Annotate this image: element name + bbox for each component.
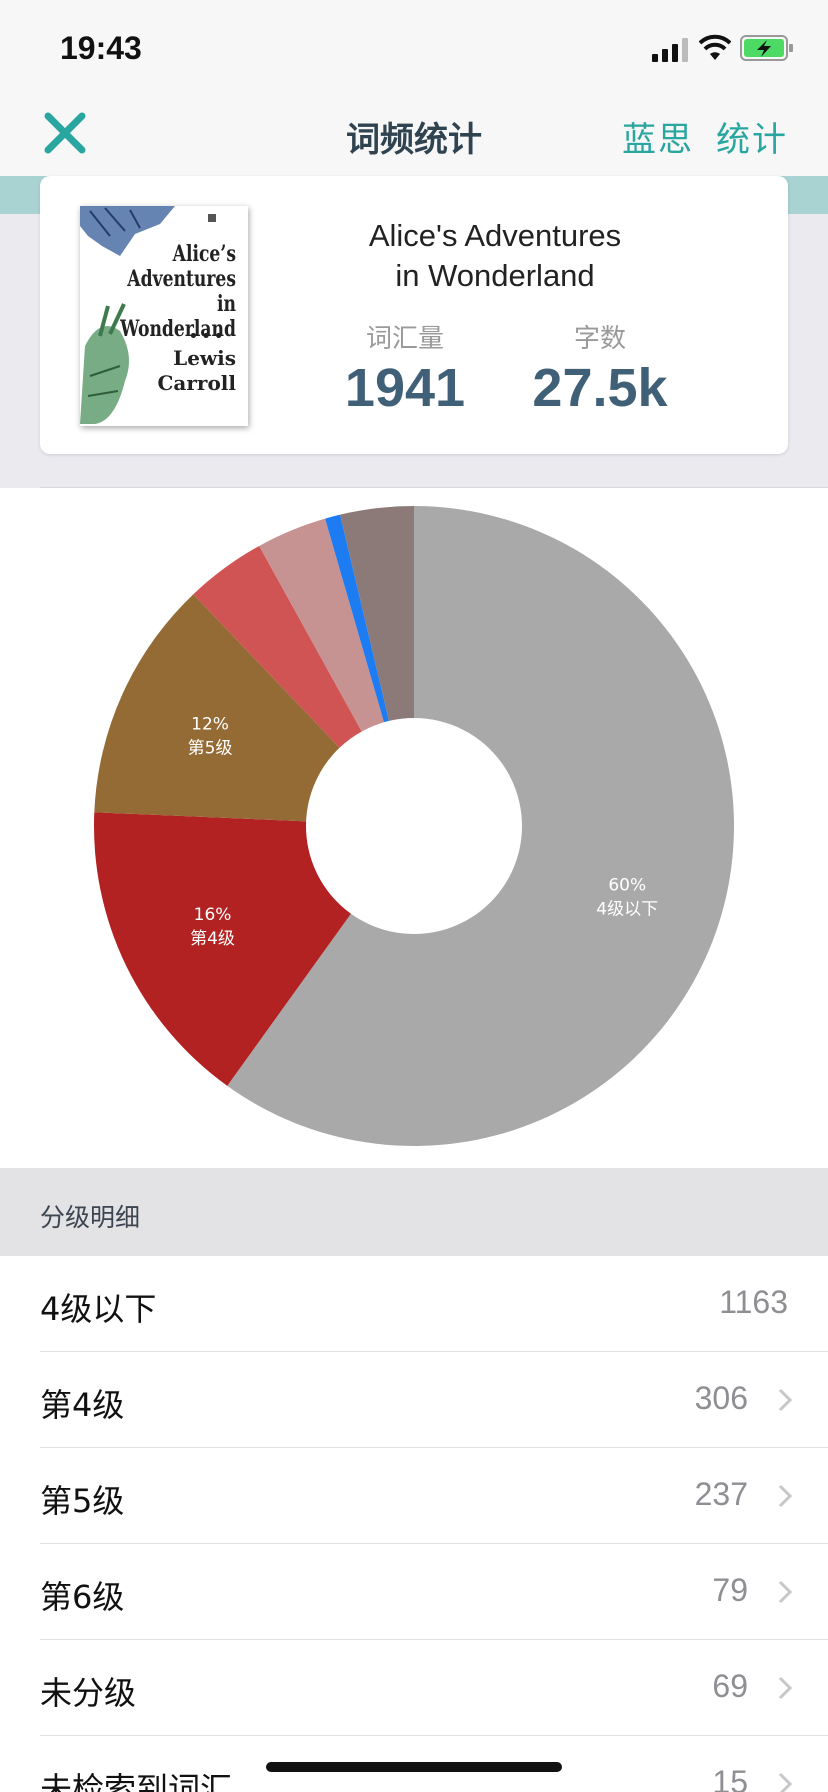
vocab-stat: 词汇量 1941: [330, 318, 480, 419]
status-time: 19:43: [60, 30, 142, 66]
slice-percent-label: 16%: [194, 905, 232, 925]
cellular-signal-icon: [652, 38, 688, 62]
slice-name-label: 第5级: [188, 738, 233, 758]
wifi-icon: [699, 34, 731, 60]
level-label: 第4级: [40, 1386, 125, 1424]
level-label: 第5级: [40, 1482, 125, 1520]
chevron-right-icon: [778, 1484, 792, 1508]
chevron-right-icon: [778, 1772, 792, 1792]
book-cover: Alice’s Adventures in Wonderland ••• Lew…: [80, 206, 248, 426]
level-label: 第6级: [40, 1578, 125, 1616]
chevron-right-icon: [778, 1388, 792, 1412]
section-title: 分级明细: [40, 1203, 141, 1232]
slice-percent-label: 60%: [608, 876, 646, 896]
level-count: 306: [694, 1380, 748, 1416]
slice-percent-label: 12%: [191, 714, 229, 734]
book-title: Alice's Adventures in Wonderland: [368, 218, 622, 293]
chevron-right-icon: [778, 1676, 792, 1700]
chevron-right-icon: [778, 1580, 792, 1604]
word-count-stat: 字数 27.5k: [520, 318, 680, 419]
stats-tab[interactable]: 统计: [716, 120, 788, 160]
vocab-value: 1941: [344, 358, 466, 418]
level-list: 4级以下 1163 第4级 306 第5级 237 第6级 79 未分级 69 …: [0, 1256, 828, 1792]
status-bar: 19:43: [0, 0, 828, 100]
level-label: 未分级: [40, 1674, 137, 1712]
level-count: 69: [712, 1668, 748, 1704]
list-item[interactable]: 第4级 306: [40, 1352, 828, 1448]
section-header: 分级明细: [0, 1168, 828, 1256]
chart-area: 60% 4级以下 16% 第4级 12% 第5级: [0, 488, 828, 1168]
battery-charging-icon: [740, 35, 793, 61]
home-indicator[interactable]: [266, 1762, 562, 1772]
level-label: 未检索到词汇: [40, 1770, 233, 1792]
navigation-bar: 词频统计 蓝思 统计: [0, 100, 828, 176]
level-count: 237: [694, 1476, 748, 1512]
level-count: 1163: [719, 1284, 788, 1320]
cover-author: Lewis Carroll: [157, 346, 237, 395]
vocab-label: 词汇量: [365, 324, 444, 354]
lexile-tab[interactable]: 蓝思: [622, 120, 694, 160]
nav-right-actions: 蓝思 统计: [600, 112, 788, 161]
slice-name-label: 4级以下: [596, 900, 658, 920]
book-card: Alice’s Adventures in Wonderland ••• Lew…: [40, 176, 788, 454]
level-donut-chart: 60% 4级以下 16% 第4级 12% 第5级: [93, 506, 735, 1146]
list-item[interactable]: 4级以下 1163: [40, 1256, 828, 1352]
level-count: 79: [712, 1572, 748, 1608]
list-item[interactable]: 未分级 69: [40, 1640, 828, 1736]
cover-dots: •••: [188, 326, 226, 347]
slice-name-label: 第4级: [190, 929, 235, 949]
list-item[interactable]: 第5级 237: [40, 1448, 828, 1544]
word-count-label: 字数: [573, 324, 626, 354]
word-count-value: 27.5k: [532, 358, 668, 418]
level-label: 4级以下: [40, 1290, 157, 1328]
level-count: 15: [712, 1764, 748, 1792]
list-item[interactable]: 第6级 79: [40, 1544, 828, 1640]
